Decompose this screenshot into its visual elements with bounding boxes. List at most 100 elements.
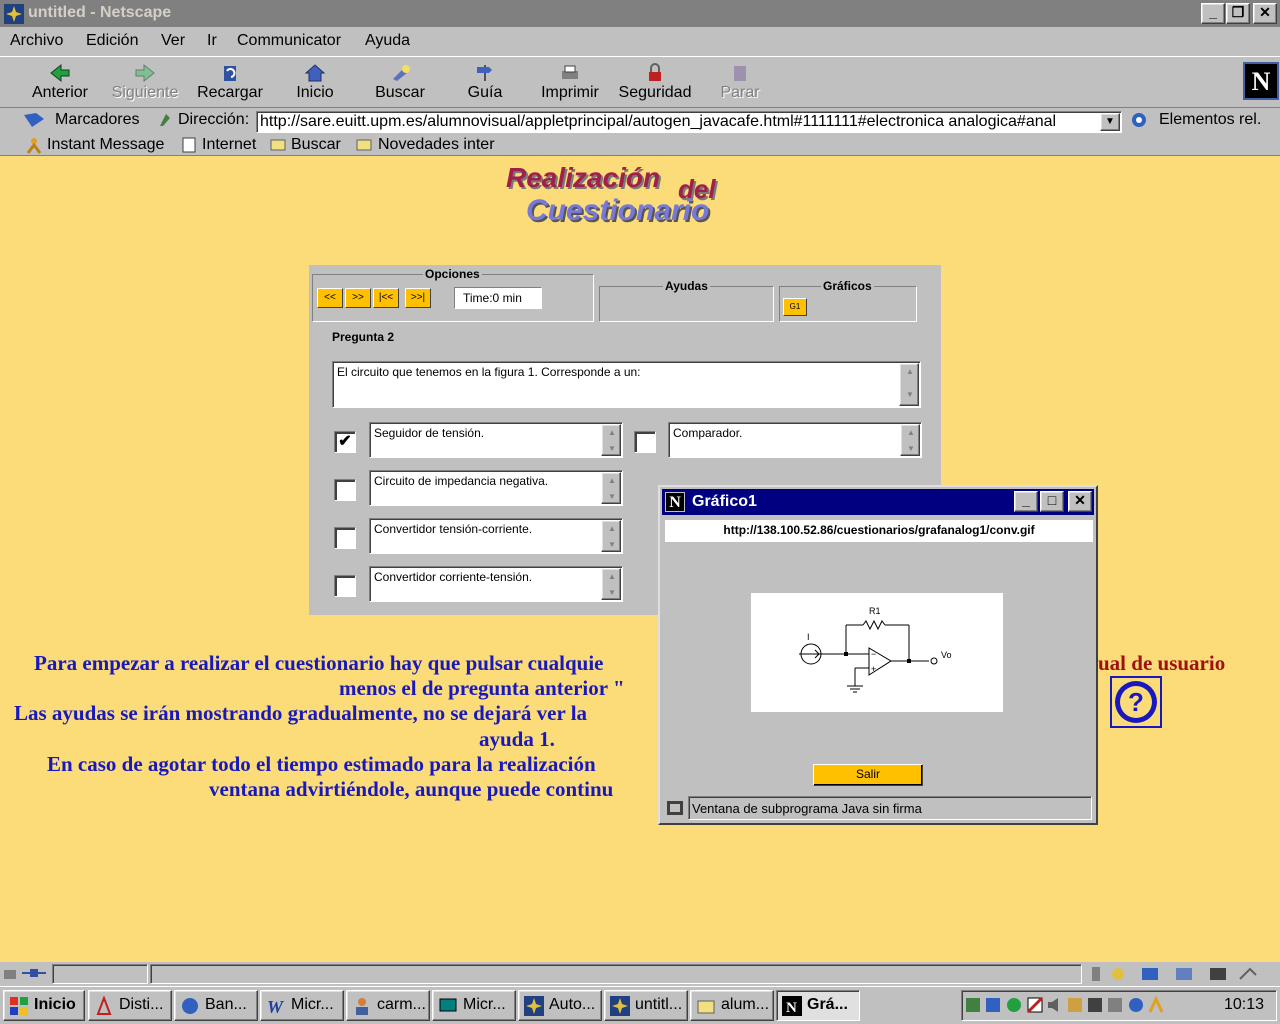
option-5-checkbox[interactable] bbox=[334, 575, 356, 597]
search-button[interactable]: Buscar bbox=[360, 59, 440, 107]
grafico-g1-button[interactable]: G1 bbox=[783, 298, 807, 316]
option-1-checkbox[interactable]: ✔ bbox=[334, 431, 356, 453]
bookmarks-icon bbox=[24, 113, 44, 127]
back-arrow-icon bbox=[50, 63, 70, 83]
option-4-checkbox[interactable] bbox=[334, 527, 356, 549]
tray-icons[interactable] bbox=[964, 996, 1204, 1016]
popup-maximize-button[interactable]: □ bbox=[1040, 491, 1064, 512]
popup-title: Gráfico1 bbox=[692, 493, 757, 510]
instructions-line-2: menos el de pregunta anterior " bbox=[339, 676, 625, 700]
task-label: Micr... bbox=[463, 996, 506, 1013]
related-button[interactable]: Elementos rel. bbox=[1159, 111, 1261, 129]
component-bar bbox=[1090, 965, 1276, 983]
option-3-text: Circuito de impedancia negativa. ▲ ▼ bbox=[369, 470, 623, 506]
url-input[interactable]: http://sare.euitt.upm.es/alumnovisual/ap… bbox=[256, 111, 1122, 133]
option-3-scrollbar[interactable]: ▲ ▼ bbox=[601, 472, 621, 504]
personal-internet[interactable]: Internet bbox=[202, 136, 256, 154]
stop-icon bbox=[734, 66, 746, 81]
task-auto[interactable]: Auto... bbox=[518, 990, 602, 1021]
personal-novedades[interactable]: Novedades inter bbox=[378, 136, 495, 154]
resistor-label: R1 bbox=[869, 606, 881, 616]
window-title-bar[interactable]: untitled - Netscape _ ❐ ✕ bbox=[0, 0, 1280, 27]
scroll-down-icon[interactable]: ▼ bbox=[900, 387, 920, 405]
home-label: Inicio bbox=[296, 84, 334, 101]
task-micr[interactable]: Micr... bbox=[432, 990, 516, 1021]
back-button[interactable]: Anterior bbox=[20, 59, 100, 107]
task-untitled[interactable]: untitl... bbox=[604, 990, 688, 1021]
component-icons[interactable] bbox=[1090, 965, 1276, 983]
scroll-down-icon[interactable]: ▼ bbox=[602, 537, 622, 552]
scroll-up-icon[interactable]: ▲ bbox=[602, 521, 622, 536]
time-field: Time:0 min bbox=[454, 287, 542, 309]
instructions-line-6: ventana advirtiéndole, aunque puede cont… bbox=[209, 777, 614, 801]
help-question-icon[interactable]: ? bbox=[1110, 676, 1162, 728]
scroll-up-icon[interactable]: ▲ bbox=[602, 569, 622, 584]
menu-ver[interactable]: Ver bbox=[161, 32, 185, 50]
stop-button[interactable]: Parar bbox=[700, 59, 780, 107]
address-label: Dirección: bbox=[178, 111, 250, 128]
guide-button[interactable]: Guía bbox=[445, 59, 525, 107]
question-scrollbar[interactable]: ▲ ▼ bbox=[899, 363, 919, 406]
minimize-button[interactable]: _ bbox=[1201, 3, 1225, 24]
go-last-button[interactable]: >>| bbox=[405, 288, 431, 308]
start-button[interactable]: Inicio bbox=[3, 990, 85, 1021]
scroll-down-icon[interactable]: ▼ bbox=[602, 489, 622, 504]
option-3-label: Circuito de impedancia negativa. bbox=[374, 474, 549, 488]
menu-archivo[interactable]: Archivo bbox=[10, 32, 63, 50]
personal-instant-message[interactable]: Instant Message bbox=[47, 136, 164, 154]
scroll-up-icon[interactable]: ▲ bbox=[901, 425, 921, 440]
close-button[interactable]: ✕ bbox=[1253, 3, 1277, 24]
menu-edicion[interactable]: Edición bbox=[86, 32, 138, 50]
option-2-scrollbar[interactable]: ▲ ▼ bbox=[900, 424, 920, 456]
next-question-button[interactable]: >> bbox=[345, 288, 371, 308]
salir-button[interactable]: Salir bbox=[813, 764, 923, 786]
url-dropdown-arrow-icon[interactable]: ▼ bbox=[1100, 113, 1120, 131]
task-grafico-active[interactable]: N Grá... bbox=[776, 990, 860, 1021]
folder-icon bbox=[270, 139, 286, 151]
option-3-checkbox[interactable] bbox=[334, 479, 356, 501]
forward-button[interactable]: Siguiente bbox=[105, 59, 185, 107]
inverting-input-sign: − bbox=[871, 649, 876, 659]
stop-label: Parar bbox=[720, 84, 760, 101]
option-2-checkbox[interactable] bbox=[634, 431, 656, 453]
personal-toolbar: Instant Message Internet Buscar Novedade… bbox=[0, 134, 1280, 156]
popup-title-bar[interactable]: N Gráfico1 _ □ ✕ bbox=[662, 489, 1094, 515]
task-alum[interactable]: alum... bbox=[690, 990, 774, 1021]
bookmarks-button[interactable]: Marcadores bbox=[55, 111, 139, 129]
scroll-up-icon[interactable]: ▲ bbox=[900, 364, 920, 382]
go-first-button[interactable]: |<< bbox=[373, 288, 399, 308]
security-status-icon[interactable] bbox=[2, 966, 18, 980]
printer-icon bbox=[562, 65, 578, 79]
scroll-down-icon[interactable]: ▼ bbox=[602, 585, 622, 600]
search-flashlight-icon bbox=[393, 65, 410, 81]
circuit-figure: R1 I Vo − + bbox=[751, 593, 1003, 712]
popup-image-url: http://138.100.52.86/cuestionarios/grafa… bbox=[665, 520, 1093, 542]
reload-icon bbox=[224, 66, 236, 81]
scroll-down-icon[interactable]: ▼ bbox=[901, 441, 921, 456]
graficos-label: Gráficos bbox=[821, 279, 874, 293]
restore-button[interactable]: ❐ bbox=[1226, 3, 1250, 24]
option-4-scrollbar[interactable]: ▲ ▼ bbox=[601, 520, 621, 552]
scroll-up-icon[interactable]: ▲ bbox=[602, 473, 622, 488]
task-carm[interactable]: carm... bbox=[346, 990, 430, 1021]
scroll-down-icon[interactable]: ▼ bbox=[602, 441, 622, 456]
print-button[interactable]: Imprimir bbox=[530, 59, 610, 107]
popup-close-button[interactable]: ✕ bbox=[1068, 491, 1092, 512]
reload-label: Recargar bbox=[197, 84, 263, 101]
home-button[interactable]: Inicio bbox=[275, 59, 355, 107]
reload-button[interactable]: Recargar bbox=[190, 59, 270, 107]
security-button[interactable]: Seguridad bbox=[615, 59, 695, 107]
personal-buscar[interactable]: Buscar bbox=[291, 136, 341, 154]
task-distiller[interactable]: Disti... bbox=[88, 990, 172, 1021]
scroll-up-icon[interactable]: ▲ bbox=[602, 425, 622, 440]
user-manual-link[interactable]: ual de usuario bbox=[1098, 651, 1225, 676]
option-1-scrollbar[interactable]: ▲ ▼ bbox=[601, 424, 621, 456]
menu-ayuda[interactable]: Ayuda bbox=[365, 32, 410, 50]
task-word[interactable]: W Micr... bbox=[260, 990, 344, 1021]
first-question-button[interactable]: << bbox=[317, 288, 343, 308]
option-5-scrollbar[interactable]: ▲ ▼ bbox=[601, 568, 621, 600]
menu-ir[interactable]: Ir bbox=[207, 32, 217, 50]
task-ban[interactable]: Ban... bbox=[174, 990, 258, 1021]
menu-communicator[interactable]: Communicator bbox=[237, 32, 341, 50]
popup-minimize-button[interactable]: _ bbox=[1014, 491, 1038, 512]
